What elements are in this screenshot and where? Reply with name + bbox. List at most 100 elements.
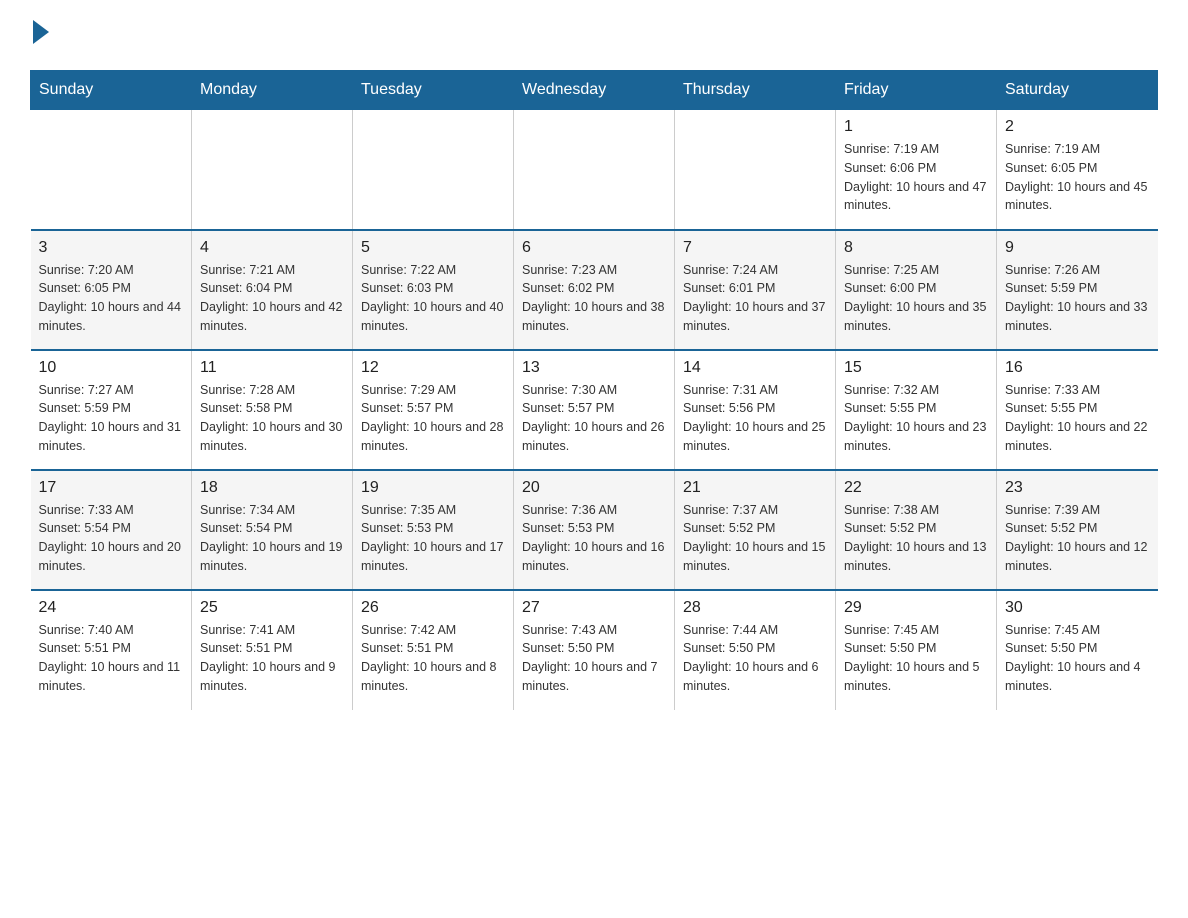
day-number: 12 — [361, 359, 505, 377]
calendar-cell: 10 Sunrise: 7:27 AMSunset: 5:59 PMDayligh… — [31, 350, 192, 470]
day-info: Sunrise: 7:41 AMSunset: 5:51 PMDaylight:… — [200, 621, 344, 696]
day-number: 6 — [522, 239, 666, 257]
calendar-cell: 7 Sunrise: 7:24 AMSunset: 6:01 PMDaylight… — [675, 230, 836, 350]
col-friday: Friday — [836, 71, 997, 110]
calendar-cell: 23Sunrise: 7:39 AMSunset: 5:52 PMDayligh… — [997, 470, 1158, 590]
calendar-cell: 5Sunrise: 7:22 AMSunset: 6:03 PMDaylight… — [353, 230, 514, 350]
logo-arrow-icon — [33, 20, 49, 44]
calendar-cell: 15Sunrise: 7:32 AMSunset: 5:55 PMDayligh… — [836, 350, 997, 470]
day-number: 16 — [1005, 359, 1150, 377]
calendar-cell: 21Sunrise: 7:37 AMSunset: 5:52 PMDayligh… — [675, 470, 836, 590]
calendar-cell: 17 Sunrise: 7:33 AMSunset: 5:54 PMDayligh… — [31, 470, 192, 590]
day-number: 14 — [683, 359, 827, 377]
day-number: 22 — [844, 479, 988, 497]
day-info: Sunrise: 7:36 AMSunset: 5:53 PMDaylight:… — [522, 501, 666, 576]
day-number: 4 — [200, 239, 344, 257]
day-info: Sunrise: 7:40 AMSunset: 5:51 PMDaylight:… — [39, 621, 184, 696]
calendar-cell: 14 Sunrise: 7:31 AMSunset: 5:56 PMDayligh… — [675, 350, 836, 470]
day-number: 3 — [39, 239, 184, 257]
calendar-cell — [675, 110, 836, 230]
calendar-cell: 9 Sunrise: 7:26 AMSunset: 5:59 PMDaylight… — [997, 230, 1158, 350]
day-info: Sunrise: 7:43 AMSunset: 5:50 PMDaylight:… — [522, 621, 666, 696]
day-info: Sunrise: 7:42 AMSunset: 5:51 PMDaylight:… — [361, 621, 505, 696]
calendar-week-row: 24 Sunrise: 7:40 AMSunset: 5:51 PMDayligh… — [31, 590, 1158, 710]
calendar-week-row: 10 Sunrise: 7:27 AMSunset: 5:59 PMDayligh… — [31, 350, 1158, 470]
day-info: Sunrise: 7:28 AMSunset: 5:58 PMDaylight:… — [200, 381, 344, 456]
calendar-week-row: 1 Sunrise: 7:19 AMSunset: 6:06 PMDaylight… — [31, 110, 1158, 230]
calendar-cell — [514, 110, 675, 230]
day-info: Sunrise: 7:44 AMSunset: 5:50 PMDaylight:… — [683, 621, 827, 696]
day-info: Sunrise: 7:33 AMSunset: 5:55 PMDaylight:… — [1005, 381, 1150, 456]
calendar-cell — [353, 110, 514, 230]
day-number: 10 — [39, 359, 184, 377]
day-number: 15 — [844, 359, 988, 377]
calendar-cell: 18 Sunrise: 7:34 AMSunset: 5:54 PMDayligh… — [192, 470, 353, 590]
calendar-cell: 30 Sunrise: 7:45 AMSunset: 5:50 PMDayligh… — [997, 590, 1158, 710]
day-number: 19 — [361, 479, 505, 497]
day-number: 1 — [844, 118, 988, 136]
header-row: Sunday Monday Tuesday Wednesday Thursday… — [31, 71, 1158, 110]
day-number: 8 — [844, 239, 988, 257]
day-info: Sunrise: 7:31 AMSunset: 5:56 PMDaylight:… — [683, 381, 827, 456]
day-number: 28 — [683, 599, 827, 617]
page-header — [30, 20, 1158, 50]
col-wednesday: Wednesday — [514, 71, 675, 110]
calendar-cell — [31, 110, 192, 230]
day-number: 11 — [200, 359, 344, 377]
calendar-cell: 25 Sunrise: 7:41 AMSunset: 5:51 PMDayligh… — [192, 590, 353, 710]
calendar-table: Sunday Monday Tuesday Wednesday Thursday… — [30, 70, 1158, 710]
calendar-cell: 19Sunrise: 7:35 AMSunset: 5:53 PMDayligh… — [353, 470, 514, 590]
day-number: 30 — [1005, 599, 1150, 617]
day-number: 27 — [522, 599, 666, 617]
calendar-body: 1 Sunrise: 7:19 AMSunset: 6:06 PMDaylight… — [31, 110, 1158, 710]
calendar-cell: 6Sunrise: 7:23 AMSunset: 6:02 PMDaylight… — [514, 230, 675, 350]
calendar-cell: 2 Sunrise: 7:19 AMSunset: 6:05 PMDaylight… — [997, 110, 1158, 230]
day-number: 20 — [522, 479, 666, 497]
day-info: Sunrise: 7:20 AMSunset: 6:05 PMDaylight:… — [39, 261, 184, 336]
calendar-cell: 26Sunrise: 7:42 AMSunset: 5:51 PMDayligh… — [353, 590, 514, 710]
day-number: 5 — [361, 239, 505, 257]
day-number: 13 — [522, 359, 666, 377]
calendar-cell: 24 Sunrise: 7:40 AMSunset: 5:51 PMDayligh… — [31, 590, 192, 710]
day-number: 24 — [39, 599, 184, 617]
day-info: Sunrise: 7:19 AMSunset: 6:05 PMDaylight:… — [1005, 140, 1150, 215]
calendar-cell — [192, 110, 353, 230]
day-info: Sunrise: 7:24 AMSunset: 6:01 PMDaylight:… — [683, 261, 827, 336]
day-info: Sunrise: 7:33 AMSunset: 5:54 PMDaylight:… — [39, 501, 184, 576]
col-tuesday: Tuesday — [353, 71, 514, 110]
day-info: Sunrise: 7:45 AMSunset: 5:50 PMDaylight:… — [1005, 621, 1150, 696]
col-saturday: Saturday — [997, 71, 1158, 110]
calendar-cell: 28 Sunrise: 7:44 AMSunset: 5:50 PMDayligh… — [675, 590, 836, 710]
day-number: 29 — [844, 599, 988, 617]
day-number: 7 — [683, 239, 827, 257]
day-number: 18 — [200, 479, 344, 497]
calendar-cell: 13Sunrise: 7:30 AMSunset: 5:57 PMDayligh… — [514, 350, 675, 470]
day-number: 2 — [1005, 118, 1150, 136]
day-number: 25 — [200, 599, 344, 617]
day-info: Sunrise: 7:34 AMSunset: 5:54 PMDaylight:… — [200, 501, 344, 576]
calendar-header: Sunday Monday Tuesday Wednesday Thursday… — [31, 71, 1158, 110]
logo-row — [30, 20, 49, 50]
day-info: Sunrise: 7:19 AMSunset: 6:06 PMDaylight:… — [844, 140, 988, 215]
calendar-cell: 29 Sunrise: 7:45 AMSunset: 5:50 PMDayligh… — [836, 590, 997, 710]
calendar-cell: 27 Sunrise: 7:43 AMSunset: 5:50 PMDayligh… — [514, 590, 675, 710]
day-number: 9 — [1005, 239, 1150, 257]
calendar-cell: 16 Sunrise: 7:33 AMSunset: 5:55 PMDayligh… — [997, 350, 1158, 470]
calendar-cell: 3 Sunrise: 7:20 AMSunset: 6:05 PMDaylight… — [31, 230, 192, 350]
day-info: Sunrise: 7:26 AMSunset: 5:59 PMDaylight:… — [1005, 261, 1150, 336]
calendar-cell: 12Sunrise: 7:29 AMSunset: 5:57 PMDayligh… — [353, 350, 514, 470]
day-number: 21 — [683, 479, 827, 497]
day-number: 17 — [39, 479, 184, 497]
logo — [30, 20, 49, 50]
col-sunday: Sunday — [31, 71, 192, 110]
day-info: Sunrise: 7:27 AMSunset: 5:59 PMDaylight:… — [39, 381, 184, 456]
day-info: Sunrise: 7:38 AMSunset: 5:52 PMDaylight:… — [844, 501, 988, 576]
col-thursday: Thursday — [675, 71, 836, 110]
col-monday: Monday — [192, 71, 353, 110]
day-info: Sunrise: 7:25 AMSunset: 6:00 PMDaylight:… — [844, 261, 988, 336]
calendar-week-row: 3 Sunrise: 7:20 AMSunset: 6:05 PMDaylight… — [31, 230, 1158, 350]
calendar-cell: 22 Sunrise: 7:38 AMSunset: 5:52 PMDayligh… — [836, 470, 997, 590]
calendar-cell: 20 Sunrise: 7:36 AMSunset: 5:53 PMDayligh… — [514, 470, 675, 590]
calendar-cell: 11 Sunrise: 7:28 AMSunset: 5:58 PMDayligh… — [192, 350, 353, 470]
day-info: Sunrise: 7:45 AMSunset: 5:50 PMDaylight:… — [844, 621, 988, 696]
